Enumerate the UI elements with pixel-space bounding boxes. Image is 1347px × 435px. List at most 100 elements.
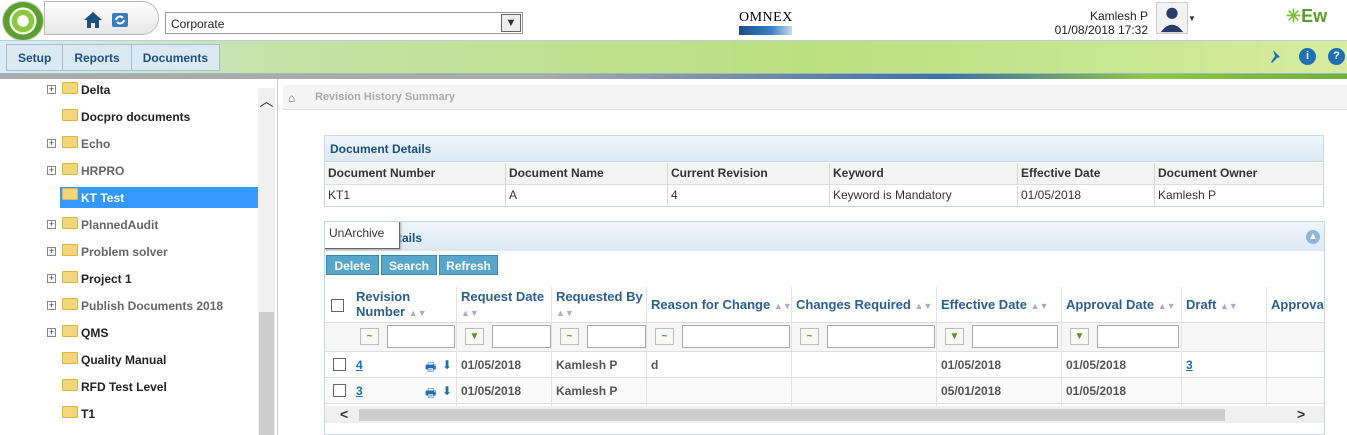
select-all-checkbox[interactable] [331, 299, 344, 312]
tree-item-plannedaudit[interactable]: + PlannedAudit [47, 216, 258, 237]
tree-item-problem-solver[interactable]: + Problem solver [47, 243, 258, 264]
divider [1266, 287, 1267, 406]
tree-item-docpro[interactable]: Docpro documents [47, 108, 258, 129]
app-logo[interactable] [2, 1, 44, 41]
expand-icon[interactable]: + [47, 85, 56, 94]
help-icon[interactable]: ? [1328, 48, 1345, 65]
chevron-right-icon[interactable]: > [1297, 406, 1305, 422]
refresh-icon[interactable] [109, 10, 131, 30]
tree-item-publish-documents[interactable]: + Publish Documents 2018 [47, 297, 258, 318]
filter-icon[interactable]: ~ [360, 328, 379, 345]
collapse-icon[interactable]: ▲ [1306, 230, 1320, 244]
col-document-name: Document Name [506, 163, 668, 184]
site-select-value: Corporate [171, 17, 225, 31]
menu-setup[interactable]: Setup [7, 45, 64, 70]
filter-icon[interactable]: ~ [560, 328, 579, 345]
col-requested-by[interactable]: Requested By ▲▼ [556, 289, 646, 321]
cell-request-date: 01/05/2018 [461, 384, 522, 398]
chevron-left-icon[interactable]: < [340, 406, 348, 422]
sort-icon: ▲▼ [408, 308, 427, 318]
expand-icon[interactable]: + [47, 301, 56, 310]
tree-item-echo[interactable]: + Echo [47, 135, 258, 156]
cell-document-number: KT1 [325, 185, 506, 206]
delete-button[interactable]: Delete [326, 255, 379, 275]
expand-icon[interactable]: + [47, 328, 56, 337]
grid-header: Revision Number ▲▼ Request Date ▲▼ Reque… [325, 287, 1324, 323]
menu-documents[interactable]: Documents [132, 45, 219, 70]
sidebar-scroll-thumb[interactable] [259, 312, 274, 435]
download-icon[interactable]: ⬇ [442, 384, 452, 398]
chevron-down-icon[interactable]: ▼ [1188, 14, 1196, 23]
tree-item-kt-test[interactable]: KT Test [60, 187, 258, 208]
main-menu: Setup Reports Documents [6, 44, 221, 71]
tree-item-quality-manual[interactable]: Quality Manual [47, 351, 258, 372]
pin-icon[interactable] [1268, 48, 1285, 65]
expand-icon[interactable]: + [47, 166, 56, 175]
filter-approval-date-input[interactable] [1097, 325, 1179, 348]
table-row[interactable]: 3 🖶 ⬇ 01/05/2018 Kamlesh P 05/01/2018 01… [325, 378, 1324, 405]
search-button[interactable]: Search [381, 255, 437, 275]
row-checkbox[interactable] [333, 384, 346, 397]
avatar-icon[interactable] [1156, 2, 1188, 34]
print-icon[interactable]: 🖶 [425, 358, 436, 379]
tree-item-label: Delta [81, 83, 111, 97]
table-row: KT1 A 4 Keyword is Mandatory 01/05/2018 … [325, 185, 1323, 206]
tree-item-label: PlannedAudit [81, 218, 159, 232]
tree-item-label: Echo [81, 137, 111, 151]
col-approval[interactable]: Approva [1271, 297, 1324, 312]
tree-item-rfd-test-level[interactable]: RFD Test Level [47, 378, 258, 399]
filter-reason-input[interactable] [682, 325, 790, 348]
tree-item-t1[interactable]: T1 [47, 405, 258, 426]
dropdown-icon[interactable]: ▼ [501, 14, 521, 32]
folder-icon [62, 109, 78, 121]
filter-icon[interactable]: ▼ [465, 328, 484, 345]
col-draft[interactable]: Draft ▲▼ [1186, 297, 1238, 314]
filter-icon[interactable]: ▼ [945, 328, 964, 345]
tree-item-label: Quality Manual [81, 353, 167, 367]
filter-effective-date-input[interactable] [972, 325, 1058, 348]
tree-item-qms[interactable]: + QMS [47, 324, 258, 345]
col-changes-required[interactable]: Changes Required ▲▼ [796, 297, 932, 314]
table-row[interactable]: 4 🖶 ⬇ 01/05/2018 Kamlesh P d 01/05/2018 … [325, 352, 1324, 379]
cell-document-name: A [506, 185, 668, 206]
col-approval-date[interactable]: Approval Date ▲▼ [1066, 297, 1176, 314]
draft-link[interactable]: 3 [1186, 358, 1193, 372]
cell-requested-by: Kamlesh P [556, 358, 618, 372]
grid-scroll-thumb[interactable] [359, 409, 1225, 421]
revision-link[interactable]: 3 [356, 384, 363, 398]
filter-revision-input[interactable] [387, 325, 455, 348]
filter-icon[interactable]: ~ [800, 328, 819, 345]
home-icon[interactable]: ⌂ [288, 91, 295, 105]
info-icon[interactable]: i [1299, 48, 1316, 65]
tree-item-project-1[interactable]: + Project 1 [47, 270, 258, 291]
col-reason-for-change[interactable]: Reason for Change ▲▼ [651, 297, 792, 314]
grid-scrollbar[interactable]: < > [325, 406, 1324, 423]
download-icon[interactable]: ⬇ [442, 358, 452, 372]
col-revision-number[interactable]: Revision Number ▲▼ [356, 289, 446, 321]
print-icon[interactable]: 🖶 [425, 384, 436, 405]
filter-request-date-input[interactable] [492, 325, 551, 348]
row-checkbox[interactable] [333, 358, 346, 371]
expand-icon[interactable]: + [47, 220, 56, 229]
divider [1061, 287, 1062, 406]
expand-icon[interactable]: + [47, 247, 56, 256]
refresh-button[interactable]: Refresh [439, 255, 498, 275]
tree-item-label: Publish Documents 2018 [81, 299, 224, 313]
chevron-up-icon[interactable]: ︿ [258, 91, 275, 109]
revision-link[interactable]: 4 [356, 358, 363, 372]
tree-item-delta[interactable]: + Delta [47, 81, 258, 102]
col-label: Approval Date [1066, 297, 1155, 312]
site-select[interactable]: Corporate ▼ [165, 12, 523, 34]
col-request-date[interactable]: Request Date ▲▼ [461, 289, 551, 321]
tree-item-hrpro[interactable]: + HRPRO [47, 162, 258, 183]
filter-changes-input[interactable] [827, 325, 935, 348]
filter-requested-by-input[interactable] [587, 325, 646, 348]
col-label: Changes Required [796, 297, 911, 312]
expand-icon[interactable]: + [47, 274, 56, 283]
filter-icon[interactable]: ▼ [1070, 328, 1089, 345]
col-effective-date[interactable]: Effective Date ▲▼ [941, 297, 1048, 314]
expand-icon[interactable]: + [47, 139, 56, 148]
home-icon[interactable] [82, 10, 104, 30]
filter-icon[interactable]: ~ [655, 328, 674, 345]
menu-reports[interactable]: Reports [63, 45, 132, 70]
